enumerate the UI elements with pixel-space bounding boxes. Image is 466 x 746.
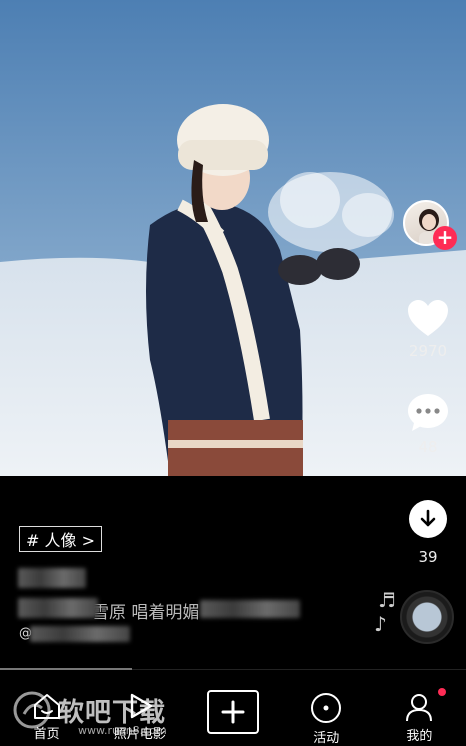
like-count: 2970: [408, 342, 448, 360]
comment-button[interactable]: 48: [378, 392, 466, 456]
music-disc-button[interactable]: [400, 590, 454, 644]
comment-count: 48: [418, 438, 438, 456]
caption-blurred-end: [200, 600, 300, 618]
like-button[interactable]: 2970: [378, 298, 466, 360]
music-notes-icon: ♬ ♪: [374, 588, 396, 636]
profile-icon: [406, 694, 433, 722]
tab-profile-label: 我的: [406, 729, 433, 744]
tab-profile[interactable]: 我的: [373, 670, 466, 746]
download-count: 39: [418, 548, 438, 566]
tab-photo-movie[interactable]: 照片电影: [93, 670, 186, 746]
comment-icon: [408, 394, 448, 431]
activity-icon: [311, 693, 342, 723]
author-name-blurred: [18, 568, 86, 588]
follow-button[interactable]: +: [433, 226, 457, 250]
tab-photo-movie-label: 照片电影: [113, 727, 166, 742]
tab-activity[interactable]: 活动: [280, 670, 373, 746]
download-circle: [409, 500, 447, 538]
plus-icon: [221, 700, 245, 724]
tab-create[interactable]: [186, 670, 279, 746]
home-icon: [33, 694, 60, 719]
heart-icon: [408, 300, 448, 336]
download-button[interactable]: 39: [378, 500, 466, 566]
mention-blurred: [30, 626, 130, 642]
play-icon: [130, 693, 152, 719]
bottom-tab-bar: 首页 照片电影 活动 我的: [0, 670, 466, 746]
tab-home-label: 首页: [33, 727, 60, 742]
tab-activity-label: 活动: [313, 731, 340, 746]
author-avatar-button[interactable]: +: [403, 200, 457, 250]
download-arrow-icon: [420, 509, 436, 527]
tab-home[interactable]: 首页: [0, 670, 93, 746]
create-button[interactable]: [207, 690, 259, 734]
topic-tag[interactable]: # 人像 >: [19, 526, 102, 552]
notification-dot: [438, 688, 447, 696]
caption-blurred-start: [18, 598, 98, 618]
